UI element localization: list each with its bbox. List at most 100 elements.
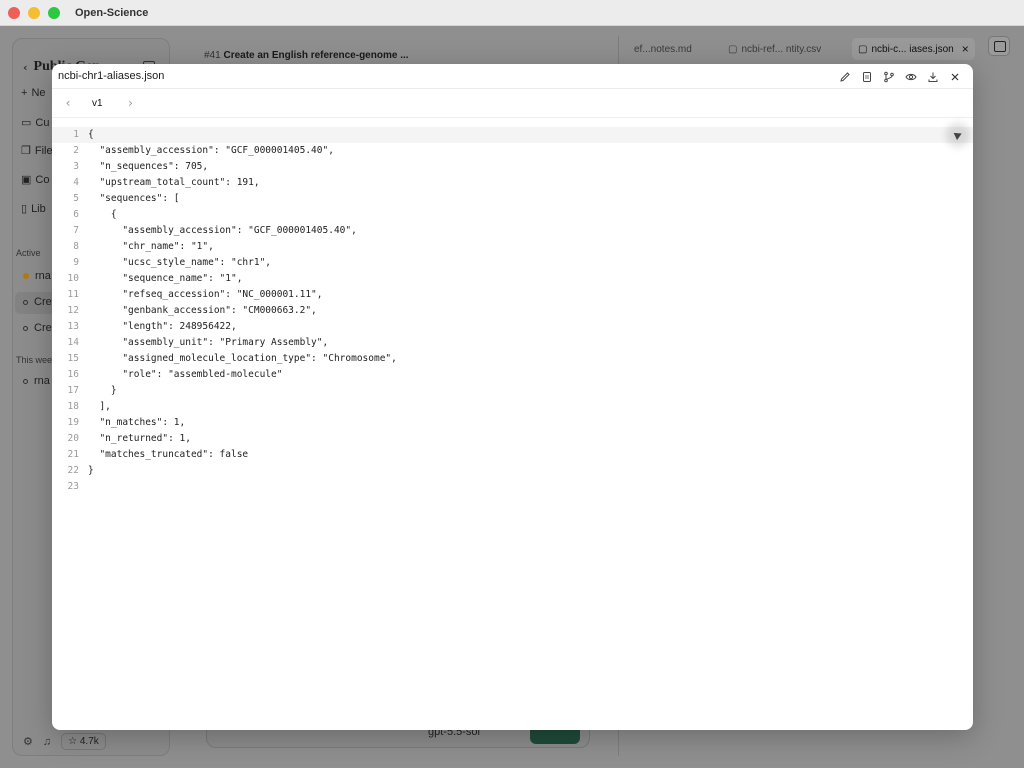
code-line[interactable]: 23 — [52, 479, 973, 495]
code-line[interactable]: 11 "refseq_accession": "NC_000001.11", — [52, 287, 973, 303]
line-number: 23 — [67, 481, 79, 492]
sidebar-item-library[interactable]: ▯ Lib — [21, 202, 46, 216]
line-number: 19 — [67, 417, 79, 428]
branch-icon[interactable] — [881, 69, 897, 85]
tab-notes[interactable]: ef...notes.md — [628, 38, 698, 60]
code-line[interactable]: 18 ], — [52, 399, 973, 415]
sidebar-item-label: Co — [35, 173, 50, 186]
briefcase-icon: ▭ — [21, 117, 32, 129]
sidebar-footer: ⚙ ♫ ☆ 4.7k — [23, 733, 106, 750]
line-number: 1 — [73, 129, 79, 140]
window-titlebar: Open-Science — [0, 0, 1024, 26]
code-line[interactable]: 16 "role": "assembled-molecule" — [52, 367, 973, 383]
line-content: "n_matches": 1, — [88, 417, 186, 428]
line-number: 16 — [67, 369, 79, 380]
line-number: 15 — [67, 353, 79, 364]
line-content: "ucsc_style_name": "chr1", — [88, 257, 272, 268]
code-line[interactable]: 8 "chr_name": "1", — [52, 239, 973, 255]
close-tab-icon[interactable]: × — [962, 42, 969, 56]
line-content: "length": 248956422, — [88, 321, 237, 332]
previous-version-icon[interactable]: ‹ — [60, 96, 76, 110]
code-line[interactable]: 17 } — [52, 383, 973, 399]
sidebar-item-compute[interactable]: ▣ Co — [21, 173, 50, 187]
compute-icon: ▣ — [21, 174, 32, 186]
line-number: 3 — [73, 161, 79, 172]
panel-toggle-button[interactable] — [988, 36, 1010, 56]
line-number: 9 — [73, 257, 79, 268]
close-window-button[interactable] — [8, 6, 20, 19]
code-line[interactable]: 7 "assembly_accession": "GCF_000001405.4… — [52, 223, 973, 239]
tab-csv[interactable]: ▢ ncbi-ref... ntity.csv — [722, 38, 827, 60]
chat-header[interactable]: #41 Create an English reference-genome .… — [204, 50, 409, 61]
code-view[interactable]: 1{2 "assembly_accession": "GCF_000001405… — [52, 127, 973, 495]
sidebar-chat-item[interactable]: rna — [23, 375, 50, 387]
download-icon[interactable] — [925, 69, 941, 85]
line-number: 18 — [67, 401, 79, 412]
files-icon: ❐ — [21, 145, 31, 157]
zoom-window-button[interactable] — [48, 6, 60, 19]
code-line[interactable]: 21 "matches_truncated": false — [52, 447, 973, 463]
line-content: "genbank_accession": "CM000663.2", — [88, 305, 317, 316]
code-line[interactable]: 14 "assembly_unit": "Primary Assembly", — [52, 335, 973, 351]
sidebar-item-files[interactable]: ❐ File — [21, 144, 53, 158]
chevron-left-icon: ‹ — [23, 60, 28, 74]
code-line[interactable]: 22} — [52, 463, 973, 479]
sidebar-chat-item[interactable]: Cre — [23, 296, 52, 308]
file-viewer-modal: ncbi-chr1-aliases.json ‹ v1 › 1 {2 "ass… — [52, 64, 973, 730]
code-line[interactable]: 15 "assigned_molecule_location_type": "C… — [52, 351, 973, 367]
code-line[interactable]: 9 "ucsc_style_name": "chr1", — [52, 255, 973, 271]
next-version-icon[interactable]: › — [123, 96, 139, 110]
chat-item-label: rna — [35, 270, 51, 282]
section-active-label: Active — [16, 248, 41, 258]
line-number: 5 — [73, 193, 79, 204]
chat-item-label: rna — [34, 375, 50, 387]
code-line[interactable]: 6 { — [52, 207, 973, 223]
version-label: v1 — [92, 97, 103, 109]
gear-icon[interactable]: ⚙ — [23, 735, 33, 748]
tab-json[interactable]: ▢ ncbi-c... iases.json × — [852, 38, 975, 60]
code-line[interactable]: 4 "upstream_total_count": 191, — [52, 175, 973, 191]
status-dot-icon — [23, 273, 29, 279]
code-line[interactable]: 3 "n_sequences": 705, — [52, 159, 973, 175]
sidebar-chat-item[interactable]: rna — [23, 270, 51, 282]
copy-icon[interactable] — [859, 69, 875, 85]
sidebar-item-cu[interactable]: ▭ Cu — [21, 116, 49, 130]
sidebar-item-label: File — [34, 144, 53, 157]
github-stars-badge[interactable]: ☆ 4.7k — [61, 733, 106, 750]
edit-icon[interactable] — [837, 69, 853, 85]
line-content: { — [88, 129, 94, 140]
line-number: 7 — [73, 225, 79, 236]
code-line[interactable]: 19 "n_matches": 1, — [52, 415, 973, 431]
sidebar-chat-item[interactable]: Cre — [23, 322, 52, 334]
close-icon[interactable] — [947, 69, 963, 85]
status-dot-icon — [23, 378, 28, 384]
cursor-icon — [951, 128, 965, 142]
line-number: 2 — [73, 145, 79, 156]
line-number: 10 — [67, 273, 79, 284]
sidebar-item-new[interactable]: + Ne — [21, 87, 46, 99]
code-line[interactable]: 12 "genbank_accession": "CM000663.2", — [52, 303, 973, 319]
preview-icon[interactable] — [903, 69, 919, 85]
code-line[interactable]: 5 "sequences": [ — [52, 191, 973, 207]
code-line[interactable]: 10 "sequence_name": "1", — [52, 271, 973, 287]
file-icon: ▢ — [858, 43, 868, 55]
plus-icon: + — [21, 87, 28, 99]
version-bar: ‹ v1 › — [52, 89, 973, 118]
modal-actions — [837, 69, 963, 85]
line-content: "refseq_accession": "NC_000001.11", — [88, 289, 323, 300]
code-line[interactable]: 13 "length": 248956422, — [52, 319, 973, 335]
code-line[interactable]: 1{ — [52, 127, 973, 143]
status-dot-icon — [23, 325, 28, 331]
line-content: ], — [88, 401, 111, 412]
bell-icon[interactable]: ♫ — [43, 736, 51, 748]
code-line[interactable]: 20 "n_returned": 1, — [52, 431, 973, 447]
line-content: "chr_name": "1", — [88, 241, 214, 252]
sidebar-item-label: Ne — [31, 87, 46, 99]
line-number: 17 — [67, 385, 79, 396]
code-line[interactable]: 2 "assembly_accession": "GCF_000001405.4… — [52, 143, 973, 159]
minimize-window-button[interactable] — [28, 6, 40, 19]
line-number: 14 — [67, 337, 79, 348]
chat-item-label: Cre — [34, 322, 52, 334]
app-title: Open-Science — [75, 6, 149, 19]
line-content: "assembly_accession": "GCF_000001405.40"… — [88, 145, 334, 156]
